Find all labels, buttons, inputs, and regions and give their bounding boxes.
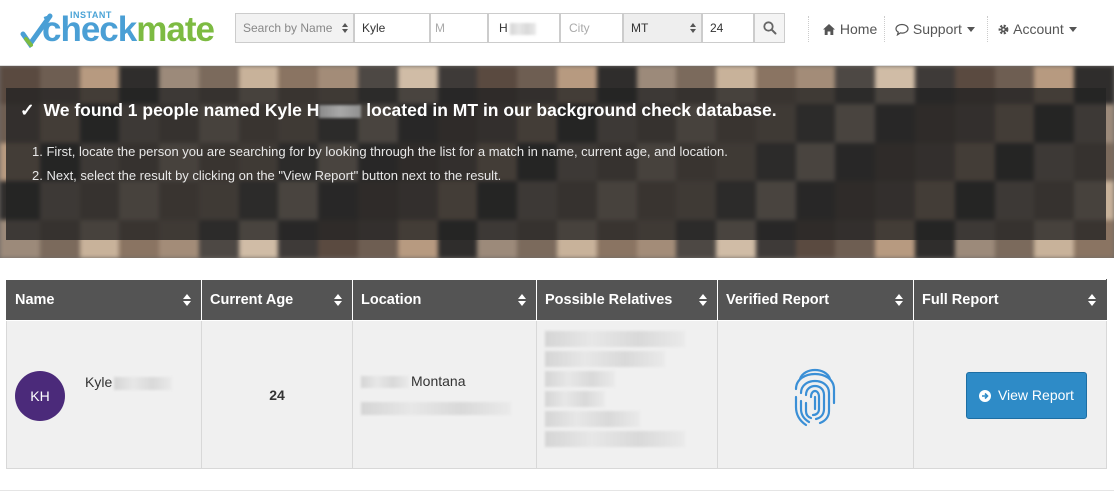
redacted-relative xyxy=(545,431,685,447)
chevron-down-icon xyxy=(1068,27,1077,32)
page-bottom-divider xyxy=(0,490,1114,495)
cell-current-age: 24 xyxy=(201,320,353,469)
search-button[interactable] xyxy=(754,13,785,43)
nav-account[interactable]: Account xyxy=(997,20,1077,40)
location-line: Montana xyxy=(361,373,465,389)
checkmark-icon: ✓ xyxy=(20,100,35,120)
home-icon xyxy=(823,24,835,35)
city-placeholder: City xyxy=(569,21,590,35)
speech-bubble-icon xyxy=(895,23,909,37)
nav-home[interactable]: Home xyxy=(822,20,877,40)
city-input[interactable]: City xyxy=(560,13,623,43)
redacted-relative xyxy=(545,411,640,427)
sort-icon xyxy=(183,294,191,306)
column-header-verified-report[interactable]: Verified Report xyxy=(717,279,914,321)
results-headline: ✓ We found 1 people named Kyle H located… xyxy=(20,100,777,121)
sort-icon xyxy=(518,294,526,306)
nav-support-label: Support xyxy=(912,21,962,37)
redacted-last-name xyxy=(114,376,173,390)
logo-word-mate: mate xyxy=(136,10,215,49)
column-header-name[interactable]: Name xyxy=(6,279,202,321)
person-name: Kyle xyxy=(85,374,173,390)
sort-icon xyxy=(895,294,903,306)
instruction-step: 1. First, locate the person you are sear… xyxy=(32,144,728,159)
column-header-label: Full Report xyxy=(922,292,999,308)
redacted-city xyxy=(361,376,409,389)
table-header-row: Name Current Age Location Possible Relat… xyxy=(6,279,1107,321)
middle-initial-input[interactable]: M xyxy=(430,13,488,43)
redacted-text xyxy=(361,401,511,415)
nav-support[interactable]: Support xyxy=(895,20,975,40)
age-value: 24 xyxy=(710,21,724,35)
gear-icon xyxy=(998,24,1009,35)
arrow-circle-right-icon xyxy=(979,390,992,402)
sort-icon xyxy=(1088,294,1096,306)
instructions-list: 1. First, locate the person you are sear… xyxy=(32,140,728,188)
nav-divider xyxy=(884,16,885,42)
search-mode-select[interactable]: Search by Name xyxy=(235,13,354,43)
results-table: Name Current Age Location Possible Relat… xyxy=(6,279,1107,469)
column-header-label: Name xyxy=(15,292,55,308)
column-header-location[interactable]: Location xyxy=(352,279,537,321)
cell-name: KH Kyle xyxy=(6,320,202,469)
age-input[interactable]: 24 xyxy=(702,13,754,43)
nav-account-label: Account xyxy=(1013,21,1064,37)
redacted-relative xyxy=(545,331,685,347)
redacted-last-name xyxy=(509,22,536,35)
logo-wordmark: checkmate xyxy=(42,10,215,49)
avatar: KH xyxy=(15,371,65,421)
redacted-previous-locations xyxy=(361,399,511,415)
search-icon xyxy=(763,21,777,35)
first-name-value: Kyle xyxy=(362,21,386,35)
column-header-label: Possible Relatives xyxy=(545,292,673,308)
nav-home-label: Home xyxy=(839,21,878,37)
cell-possible-relatives xyxy=(536,320,718,469)
person-first-name: Kyle xyxy=(85,374,113,390)
first-name-input[interactable]: Kyle xyxy=(354,13,430,43)
location-state: Montana xyxy=(411,373,466,389)
view-report-button[interactable]: View Report xyxy=(966,372,1087,419)
redacted-relative xyxy=(545,391,605,407)
fingerprint-icon xyxy=(794,368,836,427)
headline-text-end: located in MT in our background check da… xyxy=(366,100,777,120)
state-select[interactable]: MT xyxy=(623,13,702,43)
table-row: KH Kyle 24 Montana View Report xyxy=(6,320,1107,469)
top-header: INSTANT checkmate Search by Name Kyle M … xyxy=(0,0,1114,66)
last-name-input[interactable]: H xyxy=(488,13,560,43)
search-mode-value: Search by Name xyxy=(243,21,333,35)
select-arrows-icon xyxy=(342,23,348,33)
cell-verified-report xyxy=(717,320,914,469)
nav-divider xyxy=(808,16,809,42)
chevron-down-icon xyxy=(966,27,975,32)
redacted-relatives-list xyxy=(545,331,695,461)
column-header-label: Current Age xyxy=(210,292,294,308)
last-name-value: H xyxy=(499,21,508,35)
nav-divider xyxy=(987,16,988,42)
state-value: MT xyxy=(631,21,649,35)
column-header-full-report[interactable]: Full Report xyxy=(913,279,1107,321)
column-header-label: Verified Report xyxy=(726,292,830,308)
view-report-label: View Report xyxy=(997,387,1074,403)
column-header-current-age[interactable]: Current Age xyxy=(201,279,353,321)
column-header-possible-relatives[interactable]: Possible Relatives xyxy=(536,279,718,321)
redacted-relative xyxy=(545,371,615,387)
checkmate-logo[interactable]: INSTANT checkmate xyxy=(20,10,216,50)
redacted-relative xyxy=(545,351,665,367)
hero-banner: ✓ We found 1 people named Kyle H located… xyxy=(0,66,1114,258)
headline-text-start: We found 1 people named Kyle H xyxy=(43,100,320,120)
sort-icon xyxy=(699,294,707,306)
logo-word-check: check xyxy=(42,10,137,49)
column-header-label: Location xyxy=(361,292,422,308)
middle-initial-placeholder: M xyxy=(435,21,445,35)
instruction-step: 2. Next, select the result by clicking o… xyxy=(32,168,502,183)
sort-icon xyxy=(334,294,342,306)
cell-location: Montana xyxy=(352,320,537,469)
redacted-last-name xyxy=(319,104,362,118)
select-arrows-icon xyxy=(690,23,696,33)
cell-full-report: View Report xyxy=(913,320,1107,469)
